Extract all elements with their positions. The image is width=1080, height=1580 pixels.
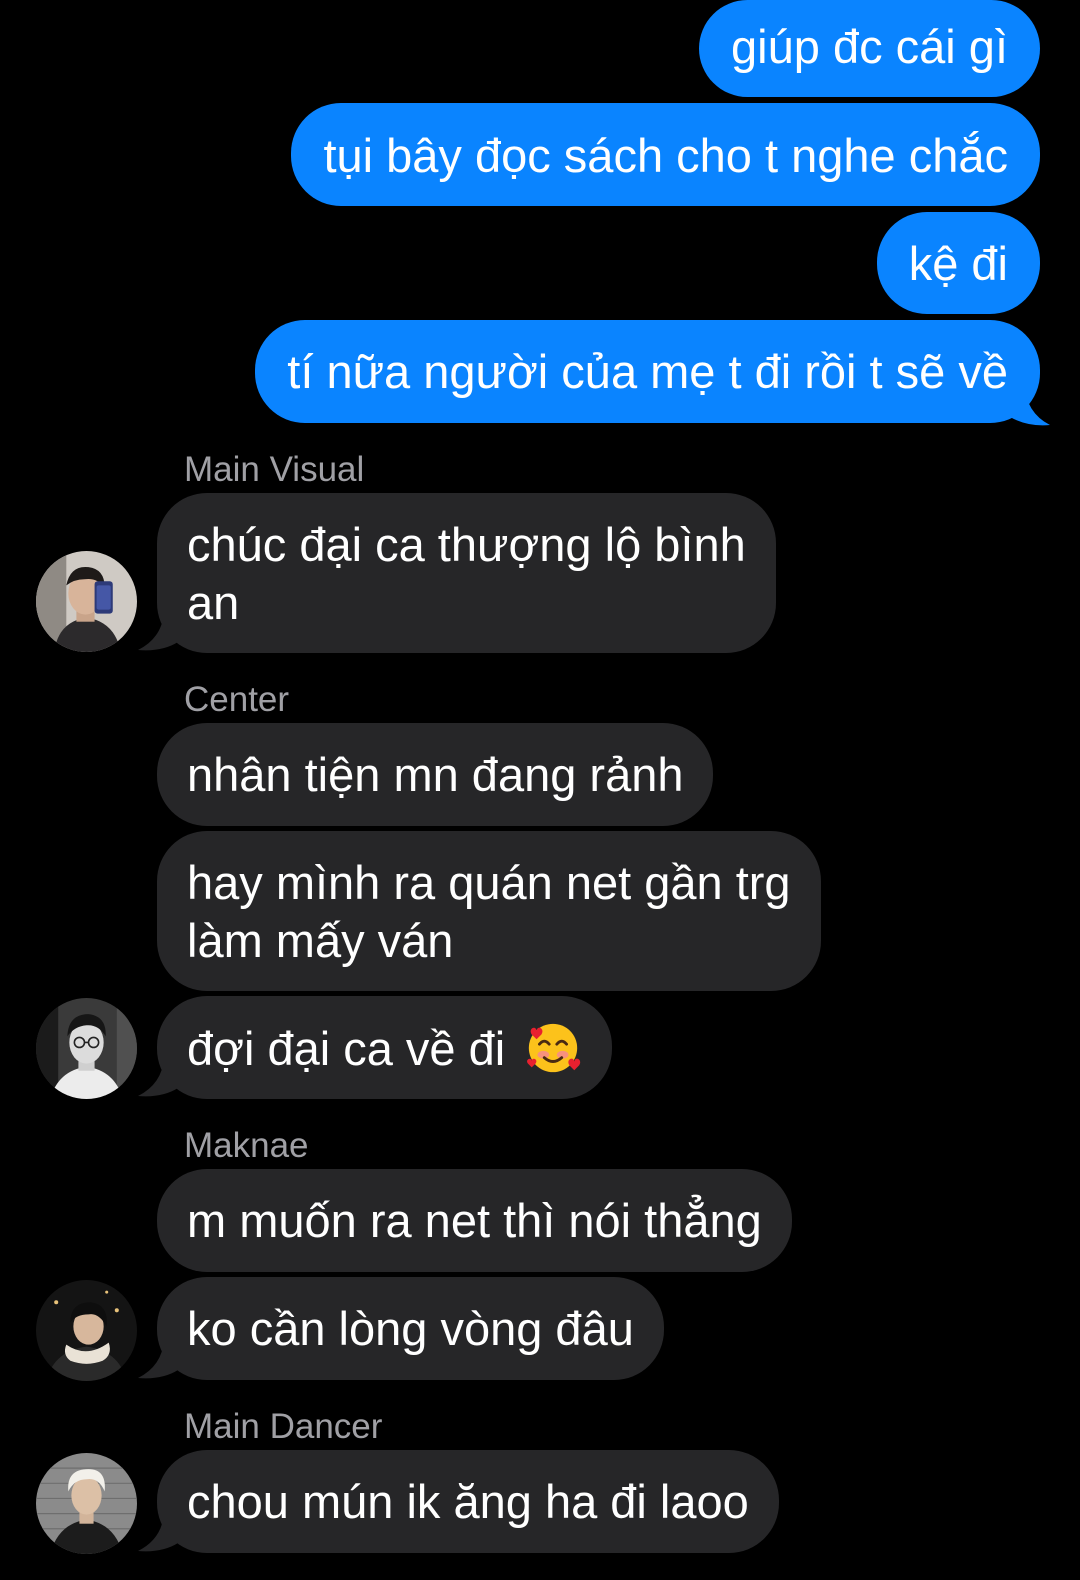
avatar-image (36, 551, 137, 652)
message-text: nhân tiện mn đang rảnh (187, 748, 684, 801)
incoming-bubble-tail (138, 612, 178, 651)
incoming-message[interactable]: nhân tiện mn đang rảnh (157, 723, 714, 826)
message-text: tụi bây đọc sách cho t nghe chắc (323, 129, 1008, 182)
incoming-message[interactable]: chou mún ik ăng ha đi laoo (157, 1450, 779, 1553)
message-text: kệ đi (908, 237, 1008, 290)
message-text-line: hay mình ra quán net gần trg (187, 856, 791, 909)
message-text: giúp đc cái gì (731, 20, 1008, 73)
outgoing-message[interactable]: giúp đc cái gì (699, 0, 1040, 97)
message-text: chou mún ik ăng ha đi laoo (187, 1475, 749, 1528)
avatar-image (36, 1280, 137, 1381)
avatar-maknae[interactable] (36, 1280, 137, 1381)
incoming-bubble-tail (138, 1058, 178, 1097)
sender-name: Center (184, 680, 290, 719)
outgoing-message[interactable]: tụi bây đọc sách cho t nghe chắc (291, 103, 1040, 206)
sender-name: Maknae (184, 1126, 309, 1165)
avatar-main-dancer[interactable] (36, 1453, 137, 1554)
smiling-face-with-hearts-icon (527, 1023, 581, 1073)
outgoing-message[interactable]: kệ đi (876, 212, 1040, 314)
outgoing-message[interactable]: tí nữa người của mẹ t đi rồi t sẽ về (255, 320, 1040, 423)
incoming-bubble-tail (138, 1513, 178, 1552)
message-text: tí nữa người của mẹ t đi rồi t sẽ về (287, 345, 1008, 398)
avatar-center[interactable] (36, 998, 137, 1099)
message-text: m muốn ra net thì nói thẳng (187, 1194, 762, 1247)
avatar-image (36, 1453, 137, 1554)
outgoing-bubble-tail (1010, 383, 1050, 426)
incoming-message[interactable]: m muốn ra net thì nói thẳng (157, 1169, 792, 1272)
sender-name: Main Visual (184, 450, 365, 489)
sender-name: Main Dancer (184, 1407, 383, 1446)
incoming-bubble-tail (138, 1340, 178, 1379)
message-text-line: an (187, 576, 240, 629)
avatar-image (36, 998, 137, 1099)
incoming-message[interactable]: hay mình ra quán net gần trg làm mấy ván (157, 831, 821, 991)
message-text-line: làm mấy ván (187, 914, 454, 967)
incoming-message[interactable]: chúc đại ca thượng lộ bình an (157, 493, 776, 653)
message-text-line: chúc đại ca thượng lộ bình (187, 518, 746, 571)
message-text: ko cần lòng vòng đâu (187, 1302, 634, 1355)
incoming-message[interactable]: ko cần lòng vòng đâu (157, 1277, 664, 1380)
avatar-main-visual[interactable] (36, 551, 137, 652)
incoming-message[interactable]: đợi đại ca về đi (157, 996, 613, 1099)
message-text: đợi đại ca về đi (187, 1022, 506, 1075)
